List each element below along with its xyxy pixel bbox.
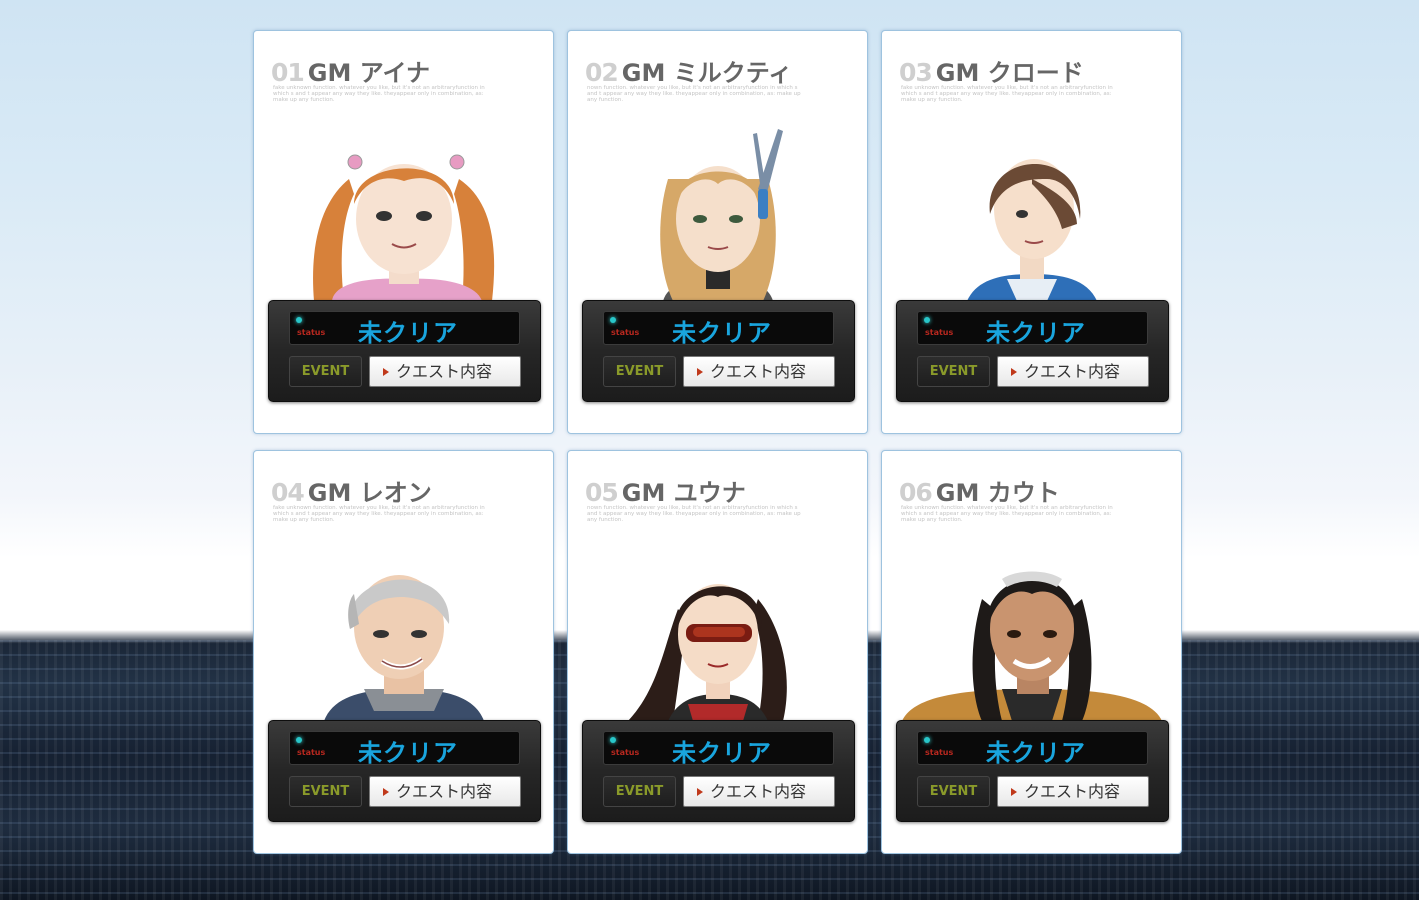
card-description: fake unknown function. whatever you like…	[901, 85, 1113, 103]
status-panel: status 未クリア EVENT クエスト内容	[582, 300, 855, 402]
status-led-icon	[296, 737, 302, 743]
quest-details-label: クエスト内容	[396, 362, 493, 381]
status-value: 未クリア	[672, 319, 772, 347]
card-title: 02 GM ミルクティ	[585, 53, 792, 88]
character-portrait	[902, 571, 1162, 721]
card-title: 01 GM アイナ	[271, 53, 430, 88]
status-led-icon	[610, 317, 616, 323]
character-name: GM ミルクティ	[621, 59, 793, 87]
triangle-arrow-icon	[1011, 368, 1017, 376]
status-led-icon	[924, 737, 930, 743]
event-badge: EVENT	[289, 776, 362, 807]
character-card-leon: 04 GM レオン fake unknown function. whatever…	[253, 450, 554, 854]
quest-details-label: クエスト内容	[710, 782, 807, 801]
character-card-aina: 01 GM アイナ fake unknown function. whatever…	[253, 30, 554, 434]
quest-details-label: クエスト内容	[710, 362, 807, 381]
status-label: status	[611, 748, 640, 757]
event-badge: EVENT	[917, 776, 990, 807]
status-led-icon	[924, 317, 930, 323]
character-portrait	[967, 159, 1097, 301]
character-card-milktea: 02 GM ミルクティ nown function. whatever you l…	[567, 30, 868, 434]
status-value: 未クリア	[672, 739, 772, 767]
quest-details-button[interactable]: クエスト内容	[683, 356, 835, 387]
character-grid: 01 GM アイナ fake unknown function. whatever…	[253, 30, 1182, 854]
status-display: status 未クリア	[289, 311, 520, 347]
status-panel: status 未クリア EVENT クエスト内容	[582, 720, 855, 822]
card-number: 04	[271, 478, 305, 507]
card-title: 03 GM クロード	[899, 53, 1084, 88]
triangle-arrow-icon	[1011, 788, 1017, 796]
character-name: GM カウト	[935, 479, 1060, 507]
character-card-claude: 03 GM クロード fake unknown function. whateve…	[881, 30, 1182, 434]
character-portrait	[313, 154, 495, 301]
status-value: 未クリア	[358, 739, 458, 767]
quest-details-button[interactable]: クエスト内容	[369, 776, 521, 807]
status-display: status 未クリア	[917, 731, 1148, 767]
card-number: 03	[899, 58, 933, 87]
card-number: 02	[585, 58, 619, 87]
card-description: nown function. whatever you like, but it…	[587, 85, 801, 103]
card-description: fake unknown function. whatever you like…	[273, 505, 485, 523]
event-badge: EVENT	[603, 356, 676, 387]
character-name: GM クロード	[935, 59, 1084, 87]
status-panel: status 未クリア EVENT クエスト内容	[268, 300, 541, 402]
status-label: status	[297, 328, 326, 337]
card-description: fake unknown function. whatever you like…	[273, 85, 485, 103]
event-badge: EVENT	[917, 356, 990, 387]
character-card-kaut: 06 GM カウト fake unknown function. whatever…	[881, 450, 1182, 854]
triangle-arrow-icon	[383, 788, 389, 796]
status-label: status	[925, 748, 954, 757]
status-display: status 未クリア	[917, 311, 1148, 347]
quest-details-button[interactable]: クエスト内容	[997, 356, 1149, 387]
character-name: GM レオン	[307, 479, 432, 507]
status-panel: status 未クリア EVENT クエスト内容	[896, 300, 1169, 402]
card-title: 06 GM カウト	[899, 473, 1060, 508]
card-title: 04 GM レオン	[271, 473, 432, 508]
card-number: 01	[271, 58, 305, 87]
character-name: GM ユウナ	[621, 479, 746, 507]
status-display: status 未クリア	[603, 311, 834, 347]
status-value: 未クリア	[986, 319, 1086, 347]
status-display: status 未クリア	[289, 731, 520, 767]
card-description: nown function. whatever you like, but it…	[587, 505, 801, 523]
quest-details-button[interactable]: クエスト内容	[997, 776, 1149, 807]
quest-details-label: クエスト内容	[396, 782, 493, 801]
character-name: GM アイナ	[307, 59, 431, 87]
quest-details-label: クエスト内容	[1024, 782, 1121, 801]
status-value: 未クリア	[986, 739, 1086, 767]
event-badge: EVENT	[603, 776, 676, 807]
triangle-arrow-icon	[697, 788, 703, 796]
character-portrait	[628, 584, 787, 721]
status-value: 未クリア	[358, 319, 458, 347]
quest-details-button[interactable]: クエスト内容	[683, 776, 835, 807]
card-title: 05 GM ユウナ	[585, 473, 746, 508]
character-portrait	[324, 575, 484, 721]
card-description: fake unknown function. whatever you like…	[901, 505, 1113, 523]
status-display: status 未クリア	[603, 731, 834, 767]
event-badge: EVENT	[289, 356, 362, 387]
card-number: 05	[585, 478, 619, 507]
status-label: status	[297, 748, 326, 757]
triangle-arrow-icon	[697, 368, 703, 376]
status-led-icon	[610, 737, 616, 743]
card-number: 06	[899, 478, 933, 507]
character-portrait	[660, 129, 783, 301]
status-label: status	[611, 328, 640, 337]
status-label: status	[925, 328, 954, 337]
status-panel: status 未クリア EVENT クエスト内容	[896, 720, 1169, 822]
triangle-arrow-icon	[383, 368, 389, 376]
quest-details-label: クエスト内容	[1024, 362, 1121, 381]
character-card-yuna: 05 GM ユウナ nown function. whatever you lik…	[567, 450, 868, 854]
quest-details-button[interactable]: クエスト内容	[369, 356, 521, 387]
status-panel: status 未クリア EVENT クエスト内容	[268, 720, 541, 822]
status-led-icon	[296, 317, 302, 323]
